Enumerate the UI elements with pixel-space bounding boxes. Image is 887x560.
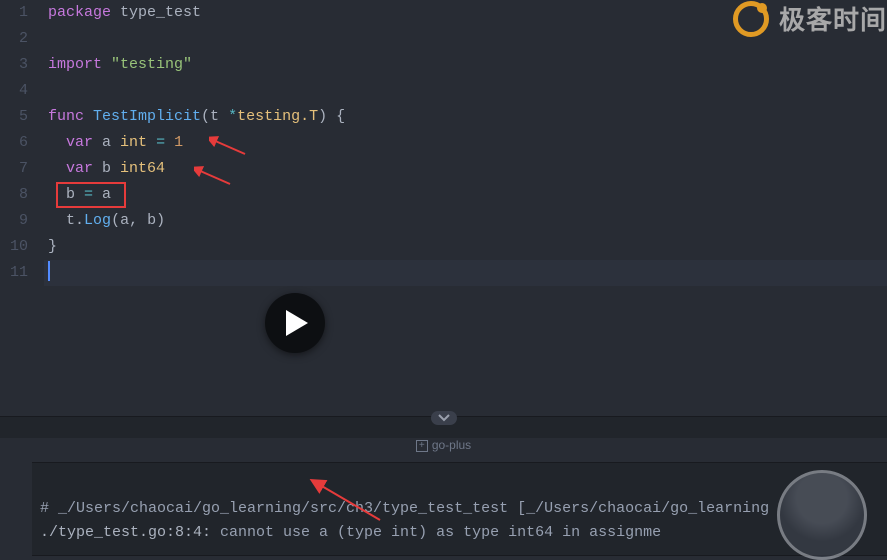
- watermark-logo: 极客时间: [733, 0, 887, 37]
- error-location: ./type_test.go:8:4:: [40, 524, 211, 541]
- text-cursor: [48, 261, 50, 281]
- presenter-avatar: [777, 470, 867, 560]
- code-line-4[interactable]: [44, 78, 887, 104]
- logo-ring-icon: [733, 1, 769, 37]
- terminal-line-1: # _/Users/chaocai/go_learning/src/ch3/ty…: [40, 500, 769, 517]
- code-line-6[interactable]: var a int = 1: [44, 130, 887, 156]
- error-message: cannot use a (type int) as type int64 in…: [211, 524, 661, 541]
- code-line-9[interactable]: t.Log(a, b): [44, 208, 887, 234]
- code-line-5[interactable]: func TestImplicit(t *testing.T) {: [44, 104, 887, 130]
- chevron-down-icon[interactable]: [431, 411, 457, 425]
- play-button[interactable]: [265, 293, 325, 353]
- code-line-11[interactable]: [44, 260, 887, 286]
- code-line-7[interactable]: var b int64: [44, 156, 887, 182]
- plus-icon: +: [416, 440, 428, 452]
- watermark-text: 极客时间: [779, 0, 887, 37]
- code-line-8[interactable]: b = a: [44, 182, 887, 208]
- code-line-3[interactable]: import "testing": [44, 52, 887, 78]
- code-line-10[interactable]: }: [44, 234, 887, 260]
- panel-divider[interactable]: [0, 416, 887, 438]
- panel-tab-goplus[interactable]: +go-plus: [0, 438, 887, 452]
- line-number-gutter: 1 2 3 4 5 6 7 8 9 10 11: [0, 0, 44, 293]
- terminal-output[interactable]: # _/Users/chaocai/go_learning/src/ch3/ty…: [32, 462, 887, 556]
- play-icon: [286, 310, 308, 336]
- code-area[interactable]: package type_test import "testing" func …: [44, 0, 887, 293]
